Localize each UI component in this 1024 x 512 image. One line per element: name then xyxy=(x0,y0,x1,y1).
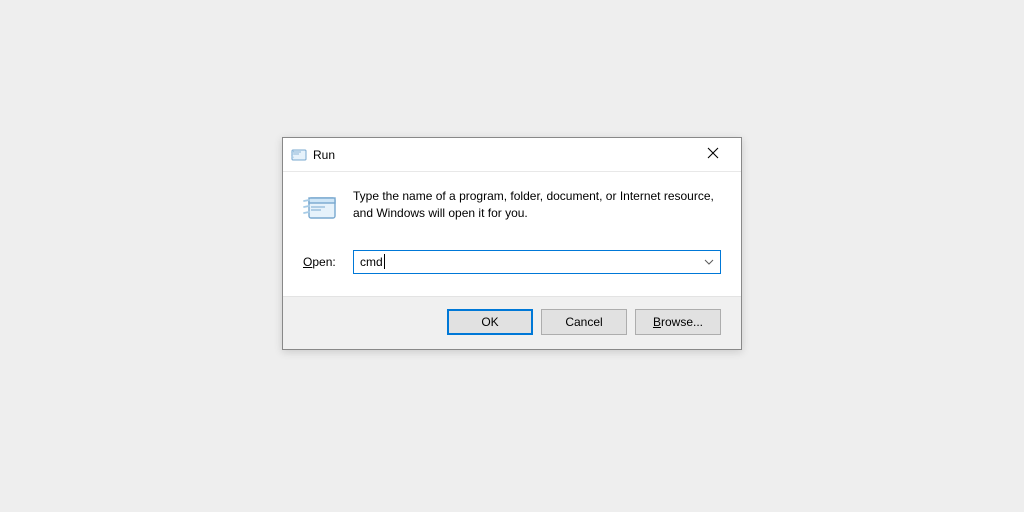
chevron-down-icon[interactable] xyxy=(703,256,715,268)
run-program-icon xyxy=(303,190,339,226)
run-dialog: Run Type the name of a program, folder, … xyxy=(282,137,742,350)
title-bar: Run xyxy=(283,138,741,172)
dialog-body: Type the name of a program, folder, docu… xyxy=(283,172,741,246)
browse-button[interactable]: Browse... xyxy=(635,309,721,335)
run-description-text: Type the name of a program, folder, docu… xyxy=(353,188,721,223)
close-button[interactable] xyxy=(693,141,733,169)
open-field-row: Open: xyxy=(283,246,741,296)
close-icon xyxy=(707,147,719,162)
dialog-footer: OK Cancel Browse... xyxy=(283,296,741,349)
ok-button[interactable]: OK xyxy=(447,309,533,335)
text-caret xyxy=(384,254,385,269)
open-label: Open: xyxy=(303,255,343,269)
cancel-button[interactable]: Cancel xyxy=(541,309,627,335)
window-title: Run xyxy=(313,148,693,162)
run-title-icon xyxy=(291,147,307,163)
open-combobox[interactable] xyxy=(353,250,721,274)
open-input[interactable] xyxy=(353,250,721,274)
